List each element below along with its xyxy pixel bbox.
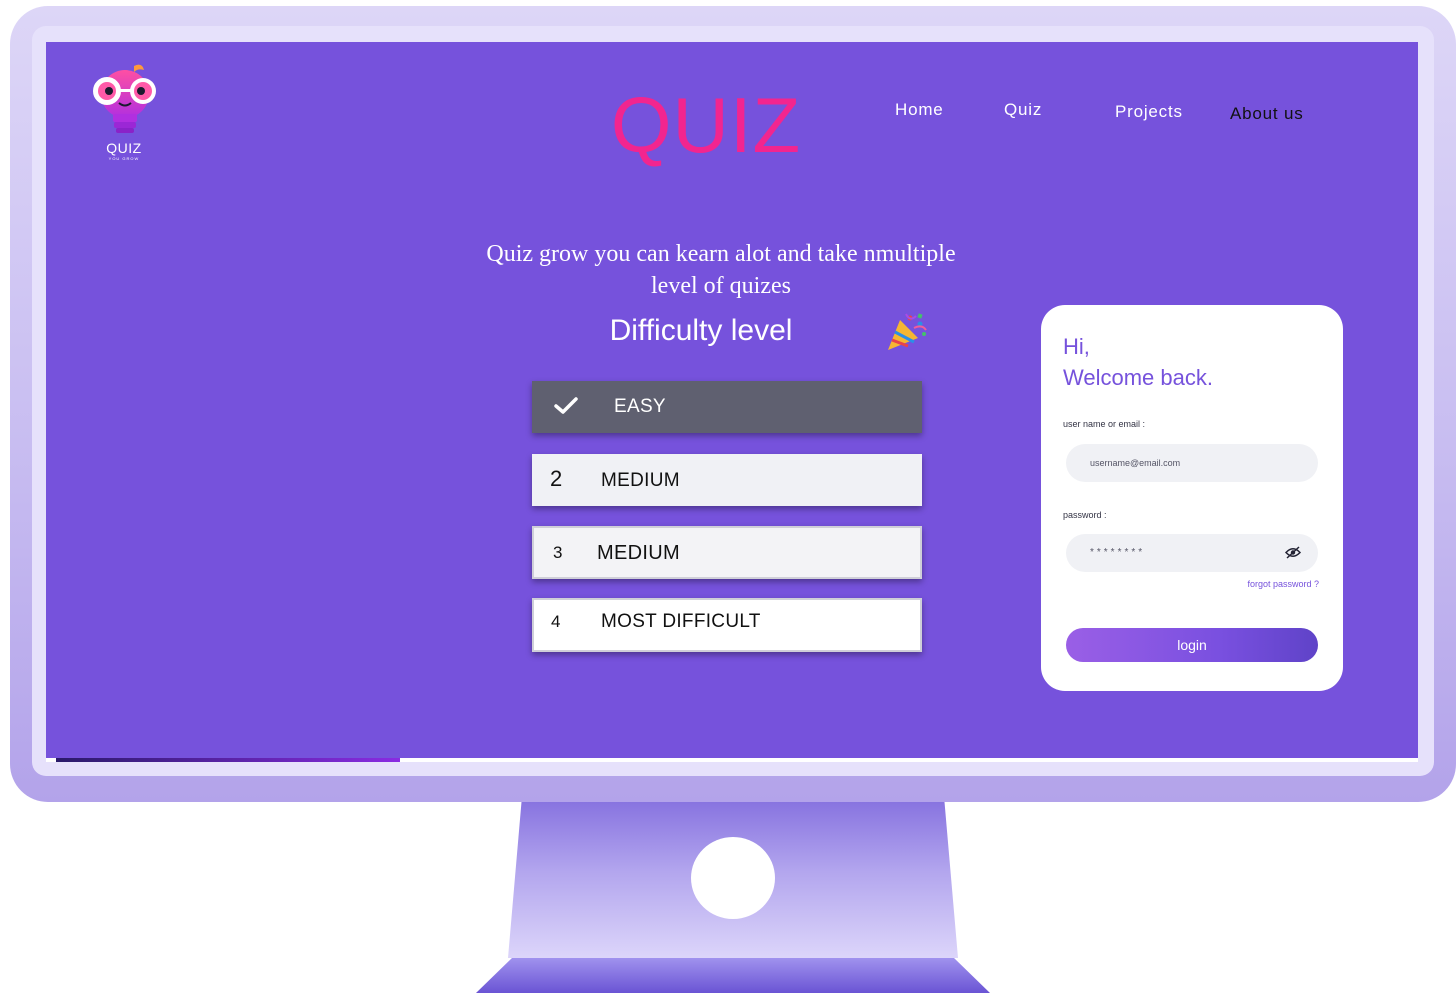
- nav-quiz[interactable]: Quiz: [1004, 100, 1042, 120]
- nav-home[interactable]: Home: [895, 100, 944, 120]
- nav-about-us[interactable]: About us: [1230, 104, 1304, 124]
- nav-projects[interactable]: Projects: [1115, 102, 1183, 122]
- logo-title: QUIZ: [106, 140, 142, 156]
- username-label: user name or email :: [1063, 419, 1146, 429]
- level-easy[interactable]: EASY: [532, 381, 922, 433]
- forgot-password-link[interactable]: forgot password ?: [1247, 579, 1319, 589]
- level-label: MOST DIFFICULT: [601, 611, 761, 632]
- main-nav: Home Quiz Projects About us: [46, 100, 1418, 130]
- eye-off-icon[interactable]: [1285, 546, 1301, 559]
- check-icon: [554, 397, 578, 414]
- level-medium-2[interactable]: 3 MEDIUM: [532, 526, 922, 579]
- tagline-line-2: level of quizes: [651, 273, 791, 299]
- level-number: 4: [551, 612, 561, 631]
- screen: QUIZ YOU GROW QUIZ Home Quiz Projects Ab…: [46, 42, 1418, 758]
- username-input[interactable]: username@email.com: [1066, 444, 1318, 482]
- tagline: Quiz grow you can kearn alot and take nm…: [476, 238, 966, 302]
- greeting-hi: Hi,: [1063, 334, 1090, 359]
- logo-subtitle: YOU GROW: [108, 156, 140, 161]
- level-medium[interactable]: 2 MEDIUM: [532, 454, 922, 506]
- difficulty-heading: Difficulty level: [609, 314, 793, 347]
- party-popper-icon: [888, 313, 927, 350]
- level-number: 3: [553, 543, 563, 562]
- greeting: Hi, Welcome back.: [1063, 331, 1213, 393]
- level-label: MEDIUM: [597, 542, 680, 564]
- level-most-difficult[interactable]: 4 MOST DIFFICULT: [532, 598, 922, 652]
- level-label: EASY: [614, 396, 666, 417]
- password-value: ********: [1090, 547, 1146, 558]
- level-number: 2: [550, 466, 563, 491]
- password-label: password :: [1063, 510, 1107, 520]
- stand-hole: [691, 837, 775, 919]
- tagline-line-1: Quiz grow you can kearn alot and take nm…: [486, 241, 956, 267]
- screen-bottom-progress: [56, 758, 400, 762]
- greeting-welcome: Welcome back.: [1063, 365, 1213, 390]
- level-label: MEDIUM: [601, 470, 680, 491]
- login-card: Hi, Welcome back. user name or email : u…: [1041, 305, 1343, 691]
- monitor-base: [476, 958, 990, 993]
- login-button[interactable]: login: [1066, 628, 1318, 662]
- password-input[interactable]: ********: [1066, 534, 1318, 572]
